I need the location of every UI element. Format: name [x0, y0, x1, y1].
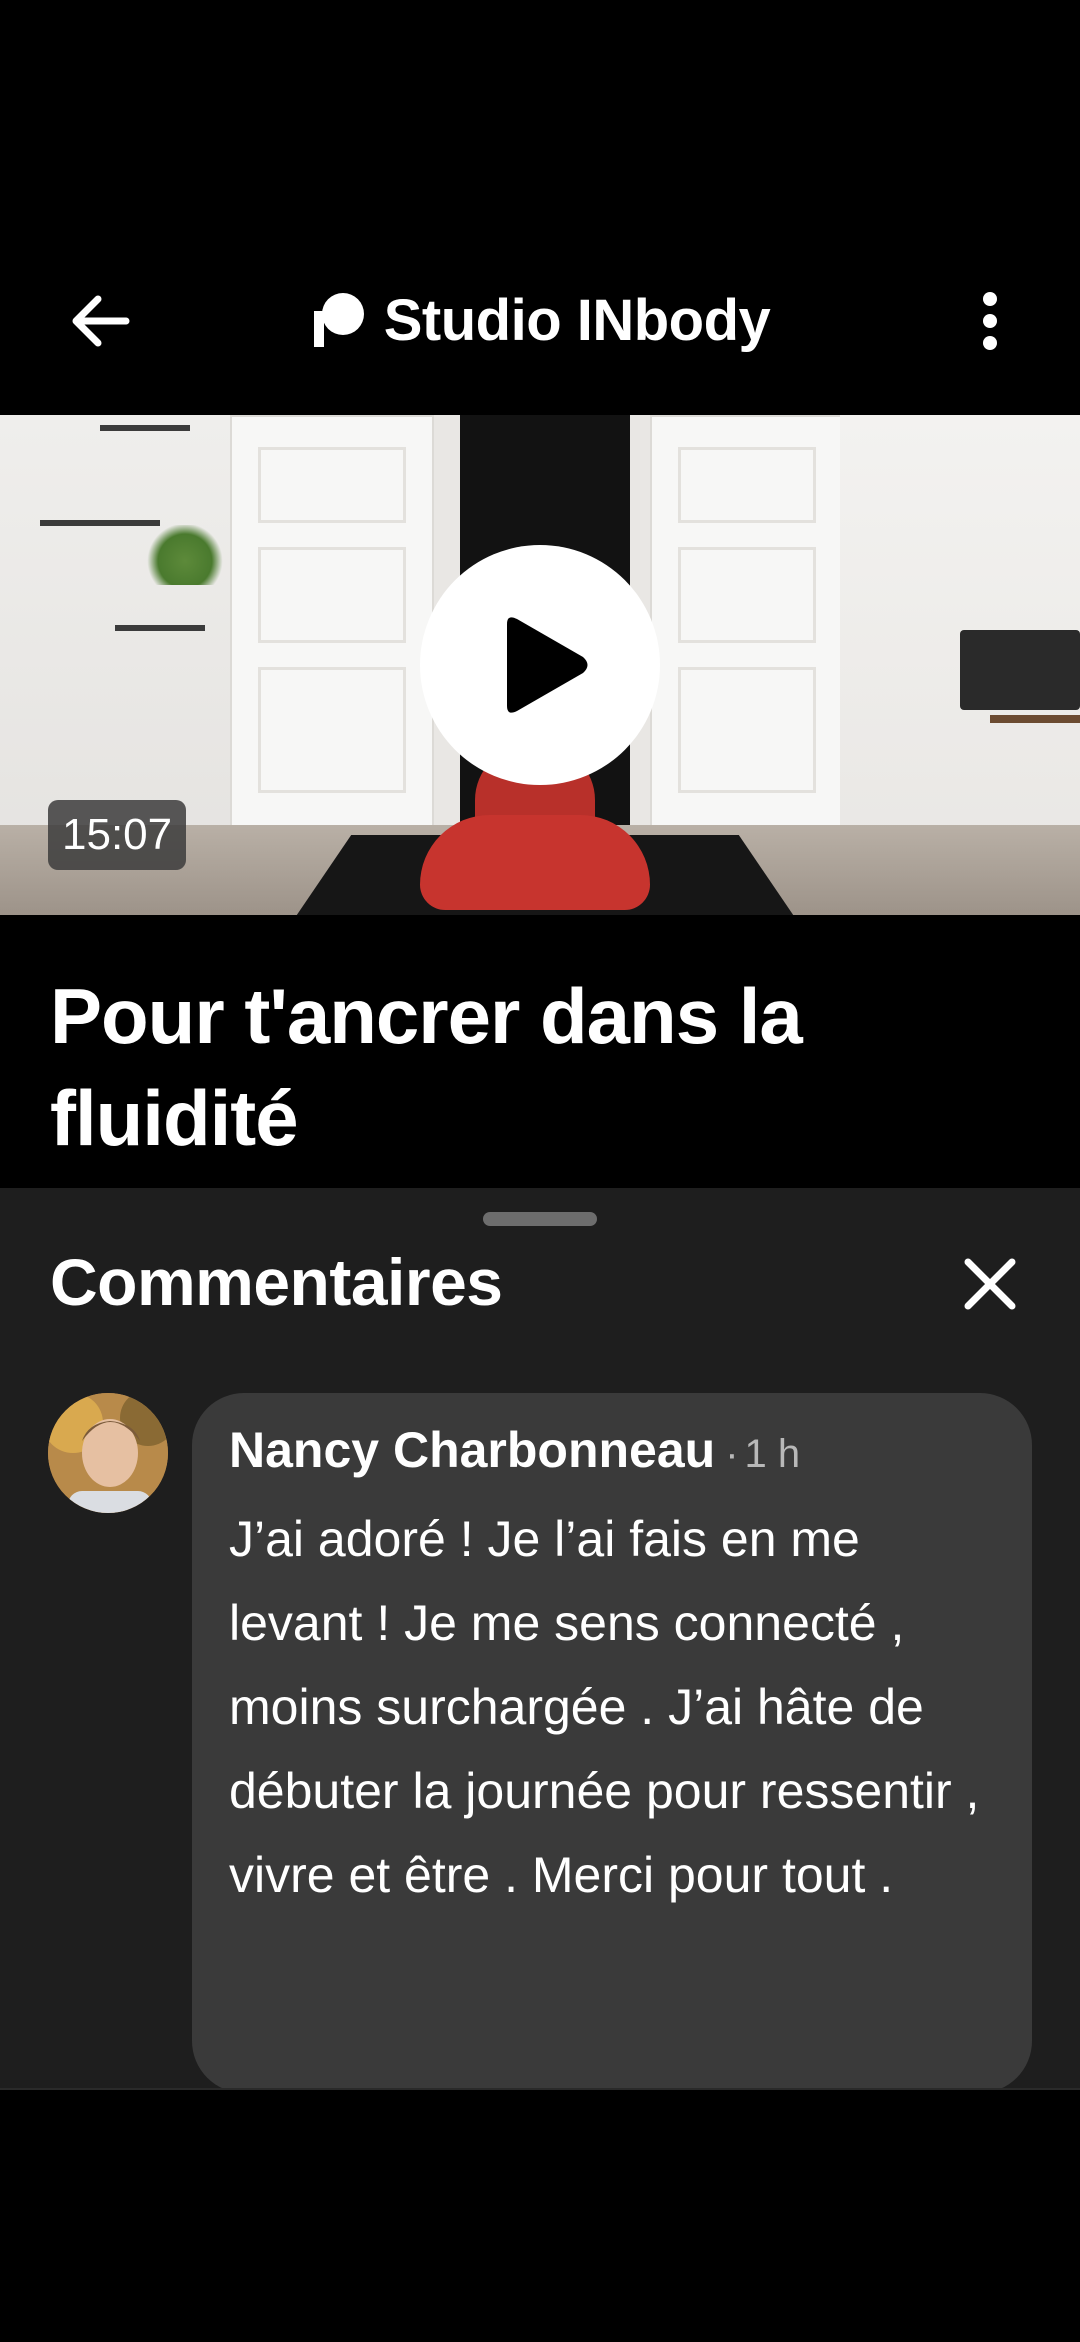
play-icon [507, 617, 588, 713]
video-duration-badge: 15:07 [48, 800, 187, 870]
avatar[interactable] [48, 1393, 168, 1513]
drag-handle[interactable] [483, 1212, 597, 1226]
post-title: Pour t'ancrer dans la fluidité [50, 972, 803, 1162]
creator-brand[interactable]: Studio INbody [310, 287, 771, 354]
patreon-logo-icon [313, 293, 364, 347]
video-scene-shelf [40, 520, 160, 526]
video-scene-plant [145, 525, 225, 585]
meta-separator: · [725, 1432, 739, 1476]
close-button[interactable] [950, 1244, 1030, 1324]
video-scene-person [420, 815, 650, 910]
top-app-bar: Studio INbody [0, 250, 1080, 390]
comment-author[interactable]: Nancy Charbonneau [229, 1421, 715, 1479]
video-scene-door [650, 415, 844, 829]
comment-timestamp: 1 h [744, 1432, 801, 1476]
video-scene-table [990, 715, 1080, 723]
arrow-left-icon [72, 295, 130, 347]
more-options-button[interactable] [960, 286, 1020, 356]
video-scene-shelf [115, 625, 205, 631]
video-scene-printer [960, 630, 1080, 710]
video-scene-shelf [100, 425, 190, 431]
creator-name: Studio INbody [383, 287, 771, 353]
more-vertical-icon [983, 292, 997, 350]
comments-title: Commentaires [50, 1245, 503, 1319]
avatar-photo [48, 1393, 168, 1513]
comment-meta: Nancy Charbonneau · 1 h [229, 1421, 994, 1479]
play-button[interactable] [420, 545, 660, 785]
comments-sheet: Commentaires Nancy Charbonneau · 1 h J’a… [0, 1188, 1080, 2093]
video-scene-door [230, 415, 434, 829]
close-icon [964, 1258, 1016, 1310]
comment-text: J’ai adoré ! Je l’ai fais en me levant !… [229, 1511, 980, 1903]
comment-bubble[interactable]: Nancy Charbonneau · 1 h J’ai adoré ! Je … [192, 1393, 1032, 2093]
back-button[interactable] [60, 286, 140, 356]
video-player[interactable]: 15:07 [0, 415, 1080, 915]
bottom-area [0, 2088, 1080, 2342]
